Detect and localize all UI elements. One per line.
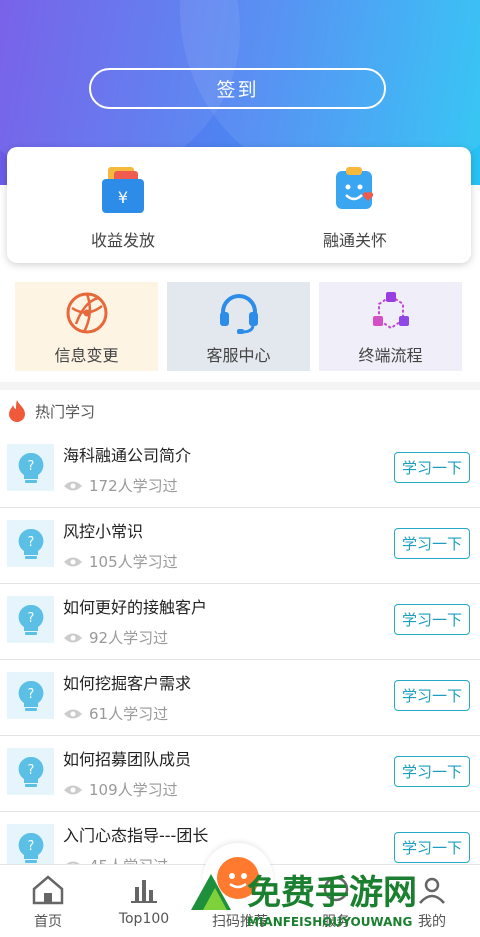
- lightbulb-question-icon: ?: [7, 520, 54, 567]
- views-count: 92人学习过: [89, 629, 169, 647]
- terminal-flow-label: 终端流程: [358, 346, 423, 365]
- care-item[interactable]: 融通关怀: [239, 147, 471, 263]
- section-divider: [0, 382, 480, 390]
- svg-text:?: ?: [27, 763, 34, 778]
- tab-service[interactable]: 服务: [288, 865, 384, 937]
- eye-icon: [64, 785, 82, 794]
- user-icon: [419, 877, 445, 904]
- care-icon: [336, 167, 374, 209]
- eye-icon: [64, 709, 82, 718]
- bar-chart-icon: [131, 880, 157, 903]
- svg-text:?: ?: [27, 839, 34, 854]
- item-views: 61人学习过: [63, 703, 168, 724]
- lightbulb-question-icon: ?: [7, 596, 54, 643]
- eye-icon: [64, 557, 82, 566]
- svg-text:?: ?: [27, 459, 34, 474]
- study-button[interactable]: 学习一下: [394, 452, 470, 483]
- scan-icon: [217, 857, 259, 899]
- signin-button[interactable]: 签到: [89, 68, 386, 109]
- svg-text:?: ?: [27, 687, 34, 702]
- item-title: 如何招募团队成员: [63, 750, 192, 769]
- study-button[interactable]: 学习一下: [394, 756, 470, 787]
- item-title: 如何更好的接触客户: [63, 598, 208, 617]
- list-item[interactable]: ? 如何挖掘客户需求 61人学习过 学习一下: [0, 660, 480, 736]
- tab-scan-label: 扫码推荐: [212, 914, 268, 930]
- tab-service-label: 服务: [322, 914, 350, 930]
- income-payout-item[interactable]: ¥ 收益发放: [7, 147, 239, 263]
- svg-text:?: ?: [27, 535, 34, 550]
- hot-learning-title: 热门学习: [35, 402, 96, 421]
- item-views: 172人学习过: [63, 475, 178, 496]
- list-item[interactable]: ? 风控小常识 105人学习过 学习一下: [0, 508, 480, 584]
- tab-home[interactable]: 首页: [0, 865, 96, 937]
- learning-list: ? 海科融通公司简介 172人学习过 学习一下 ? 风控小常识 105人学习过 …: [0, 432, 480, 888]
- list-item[interactable]: ? 如何招募团队成员 109人学习过 学习一下: [0, 736, 480, 812]
- income-payout-label: 收益发放: [90, 231, 155, 250]
- tab-mine-label: 我的: [418, 914, 446, 930]
- shortcut-tiles: 信息变更 客服中心 终端流程: [15, 282, 463, 371]
- customer-service-label: 客服中心: [206, 346, 271, 365]
- headset-icon: [219, 294, 258, 334]
- tab-home-label: 首页: [34, 914, 62, 930]
- home-icon: [32, 875, 64, 905]
- info-change-label: 信息变更: [54, 346, 119, 365]
- eye-icon: [64, 481, 82, 490]
- eye-icon: [64, 633, 82, 642]
- item-title: 风控小常识: [63, 522, 144, 541]
- hot-learning-header: 热门学习: [7, 398, 95, 424]
- views-count: 172人学习过: [89, 477, 178, 495]
- item-title: 如何挖掘客户需求: [63, 674, 192, 693]
- wallet-icon: ¥: [102, 167, 144, 213]
- info-change-tile[interactable]: 信息变更: [15, 282, 158, 371]
- item-views: 92人学习过: [63, 627, 168, 648]
- tab-top100[interactable]: Top100: [96, 865, 192, 937]
- tab-top100-label: Top100: [118, 911, 170, 927]
- study-button[interactable]: 学习一下: [394, 832, 470, 863]
- study-button[interactable]: 学习一下: [394, 680, 470, 711]
- globe-network-icon: [66, 292, 107, 334]
- views-count: 105人学习过: [89, 553, 178, 571]
- item-views: 105人学习过: [63, 551, 178, 572]
- scan-button[interactable]: [203, 843, 273, 913]
- lightbulb-question-icon: ?: [7, 444, 54, 491]
- views-count: 61人学习过: [89, 705, 169, 723]
- svg-text:?: ?: [27, 611, 34, 626]
- study-button[interactable]: 学习一下: [394, 528, 470, 559]
- lightbulb-question-icon: ?: [7, 748, 54, 795]
- svg-text:¥: ¥: [118, 188, 128, 207]
- item-views: 109人学习过: [63, 779, 178, 800]
- customer-service-tile[interactable]: 客服中心: [167, 282, 310, 371]
- care-label: 融通关怀: [322, 231, 387, 250]
- views-count: 109人学习过: [89, 781, 178, 799]
- tab-mine[interactable]: 我的: [384, 865, 480, 937]
- lightbulb-question-icon: ?: [7, 672, 54, 719]
- service-icon: [323, 876, 349, 902]
- list-item[interactable]: ? 海科融通公司简介 172人学习过 学习一下: [0, 432, 480, 508]
- fire-icon: [9, 400, 25, 422]
- item-title: 入门心态指导---团长: [63, 826, 209, 845]
- item-title: 海科融通公司简介: [63, 446, 192, 465]
- list-item[interactable]: ? 如何更好的接触客户 92人学习过 学习一下: [0, 584, 480, 660]
- terminal-flow-tile[interactable]: 终端流程: [319, 282, 462, 371]
- hexagon-flow-icon: [372, 292, 409, 330]
- top-card: ¥ 收益发放 融通关怀: [7, 147, 471, 263]
- study-button[interactable]: 学习一下: [394, 604, 470, 635]
